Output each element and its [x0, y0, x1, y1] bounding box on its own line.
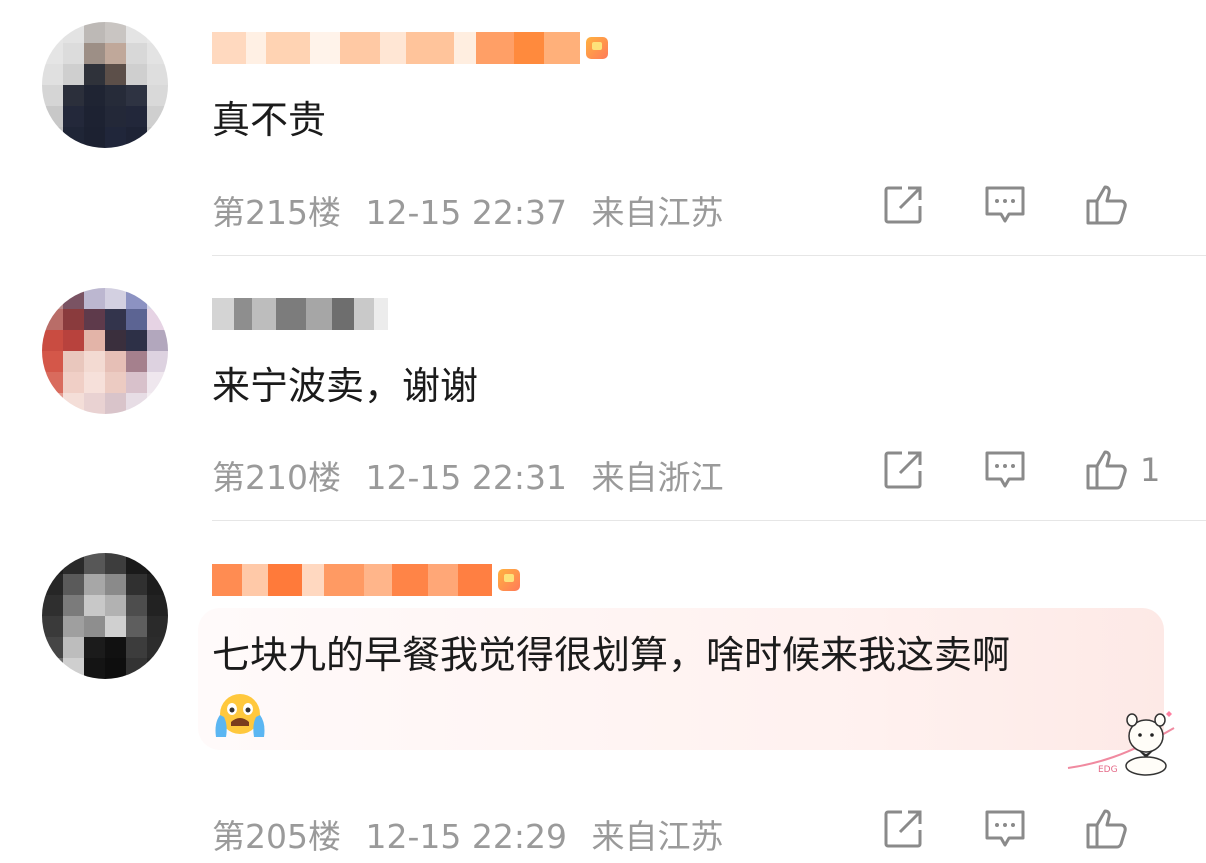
divider	[212, 520, 1206, 521]
comment-location: 来自浙江	[591, 458, 724, 497]
comment-actions	[826, 182, 1158, 228]
comment-actions: 1	[826, 447, 1161, 493]
reply-button[interactable]	[980, 182, 1030, 228]
floor-number: 第215楼	[212, 193, 341, 232]
thumbs-up-icon	[1086, 809, 1127, 849]
vip-badge-icon	[498, 569, 520, 591]
comment-icon	[985, 810, 1025, 847]
comment-text-content: 七块九的早餐我觉得很划算，啥时候来我这卖啊	[212, 633, 1011, 677]
crying-face-emoji-icon	[215, 693, 265, 737]
like-button[interactable]	[1082, 447, 1132, 493]
comment-location: 来自江苏	[591, 817, 724, 856]
avatar[interactable]	[42, 22, 168, 148]
avatar[interactable]	[42, 288, 168, 414]
divider	[212, 255, 1206, 256]
comment-meta: 第210楼 12-15 22:31 来自浙江	[212, 451, 737, 499]
floor-number: 第210楼	[212, 458, 341, 497]
share-button[interactable]	[878, 806, 928, 852]
thumbs-up-icon	[1086, 450, 1127, 490]
share-icon	[884, 451, 922, 489]
share-icon	[884, 186, 922, 224]
comment-text: 来宁波卖，谢谢	[212, 364, 479, 408]
comment-meta: 第205楼 12-15 22:29 来自江苏	[212, 810, 737, 858]
avatar[interactable]	[42, 553, 168, 679]
reply-button[interactable]	[980, 806, 1030, 852]
comment-icon	[985, 451, 1025, 488]
like-count: 1	[1140, 451, 1161, 489]
comment-meta: 第215楼 12-15 22:37 来自江苏	[212, 186, 737, 234]
like-button[interactable]	[1082, 182, 1132, 228]
reply-button[interactable]	[980, 447, 1030, 493]
edg-bear-sticker: EDG	[1067, 711, 1175, 776]
thumbs-up-icon	[1086, 185, 1127, 225]
floor-number: 第205楼	[212, 817, 341, 856]
username-blurred[interactable]	[212, 562, 520, 598]
share-button[interactable]	[878, 182, 928, 228]
comment-icon	[985, 186, 1025, 223]
comment-location: 来自江苏	[591, 193, 724, 232]
comment-text: 七块九的早餐我觉得很划算，啥时候来我这卖啊	[212, 627, 1010, 739]
username-blurred[interactable]	[212, 30, 608, 66]
vip-badge-icon	[586, 37, 608, 59]
username-blurred[interactable]	[212, 296, 388, 332]
comment-actions	[826, 806, 1158, 852]
share-button[interactable]	[878, 447, 928, 493]
like-button[interactable]	[1082, 806, 1132, 852]
share-icon	[884, 810, 922, 848]
comment-text: 真不贵	[212, 98, 327, 142]
comment-datetime: 12-15 22:29	[365, 817, 567, 856]
comment-datetime: 12-15 22:31	[365, 458, 567, 497]
comment-datetime: 12-15 22:37	[365, 193, 567, 232]
sticker-text: EDG	[1098, 765, 1118, 775]
